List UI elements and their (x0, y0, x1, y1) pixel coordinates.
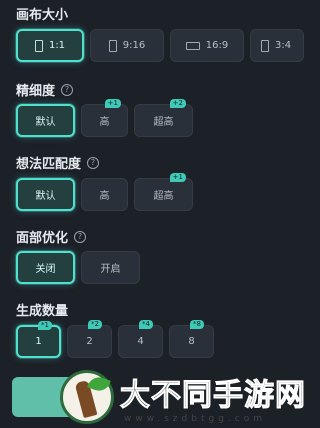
detail-options: 默认 +1 高 +2 超高 (16, 99, 193, 137)
face-option-off[interactable]: 关闭 (16, 251, 75, 284)
idea-match-options: 默认 高 +1 超高 (16, 173, 193, 211)
ratio-label: 1:1 (48, 40, 66, 51)
watermark-url: www.szdbtgg.com (124, 413, 266, 424)
square-ratio-icon (34, 39, 43, 52)
watermark-logo-icon (60, 369, 114, 424)
option-label: 1 (35, 336, 42, 347)
count-label: 生成数量 (16, 304, 69, 319)
idea-option-default[interactable]: 默认 (16, 178, 75, 211)
face-opt-label: 面部优化 (16, 231, 69, 246)
cost-badge: *4 (139, 320, 153, 329)
detail-option-default[interactable]: 默认 (16, 104, 75, 137)
face-opt-options: 关闭 开启 (16, 251, 140, 284)
portrait-ratio-icon (261, 39, 269, 52)
ratio-option-1-1[interactable]: 1:1 (16, 29, 84, 62)
count-title: 生成数量 (16, 300, 68, 319)
canvas-size-title: 画布大小 (16, 4, 68, 23)
landscape-ratio-icon (185, 41, 200, 50)
canvas-size-options: 1:1 9:16 16:9 3:4 (16, 29, 304, 62)
count-option-4[interactable]: *4 4 (118, 320, 163, 358)
idea-option-ultra[interactable]: +1 超高 (134, 173, 193, 211)
option-label: 超高 (153, 191, 174, 202)
cost-badge: +1 (104, 99, 121, 108)
face-opt-title: 面部优化 ? (16, 227, 87, 246)
option-label: 超高 (153, 117, 174, 128)
ratio-option-3-4[interactable]: 3:4 (250, 29, 304, 62)
idea-option-high[interactable]: 高 (81, 178, 128, 211)
option-label: 关闭 (35, 264, 56, 275)
detail-option-high[interactable]: +1 高 (81, 99, 128, 137)
option-label: 2 (86, 336, 93, 347)
option-label: 开启 (100, 264, 121, 275)
idea-match-title: 想法匹配度 ? (16, 153, 100, 172)
option-label: 高 (99, 191, 110, 202)
idea-match-label: 想法匹配度 (16, 157, 82, 172)
ratio-label: 16:9 (205, 40, 229, 51)
help-icon[interactable]: ? (87, 156, 100, 169)
cost-badge: *8 (190, 320, 204, 329)
detail-option-ultra[interactable]: +2 超高 (134, 99, 193, 137)
detail-label: 精细度 (16, 84, 56, 99)
option-label: 默认 (35, 191, 56, 202)
portrait-ratio-icon (108, 39, 117, 52)
face-option-on[interactable]: 开启 (81, 251, 140, 284)
option-label: 8 (188, 336, 195, 347)
ratio-label: 9:16 (122, 40, 146, 51)
watermark-text: 大不同手游网 (120, 377, 306, 413)
detail-title: 精细度 ? (16, 80, 74, 99)
ratio-option-9-16[interactable]: 9:16 (90, 29, 164, 62)
watermark-text-block: 大不同手游网 www.szdbtgg.com (120, 370, 306, 424)
count-option-2[interactable]: *2 2 (67, 320, 112, 358)
help-icon[interactable]: ? (61, 83, 74, 96)
ratio-label: 3:4 (275, 40, 292, 51)
option-label: 高 (99, 117, 110, 128)
watermark: 大不同手游网 www.szdbtgg.com (60, 365, 311, 428)
option-label: 4 (137, 336, 144, 347)
cost-badge: *1 (38, 321, 52, 330)
count-options: *1 1 *2 2 *4 4 *8 8 (16, 320, 214, 358)
ratio-option-16-9[interactable]: 16:9 (170, 29, 244, 62)
help-icon[interactable]: ? (74, 230, 87, 243)
count-option-1[interactable]: *1 1 (16, 321, 61, 358)
cost-badge: +2 (169, 99, 186, 108)
count-option-8[interactable]: *8 8 (169, 320, 214, 358)
cost-badge: +1 (169, 173, 186, 182)
canvas-size-label: 画布大小 (16, 8, 69, 23)
option-label: 默认 (35, 117, 56, 128)
cost-badge: *2 (88, 320, 102, 329)
